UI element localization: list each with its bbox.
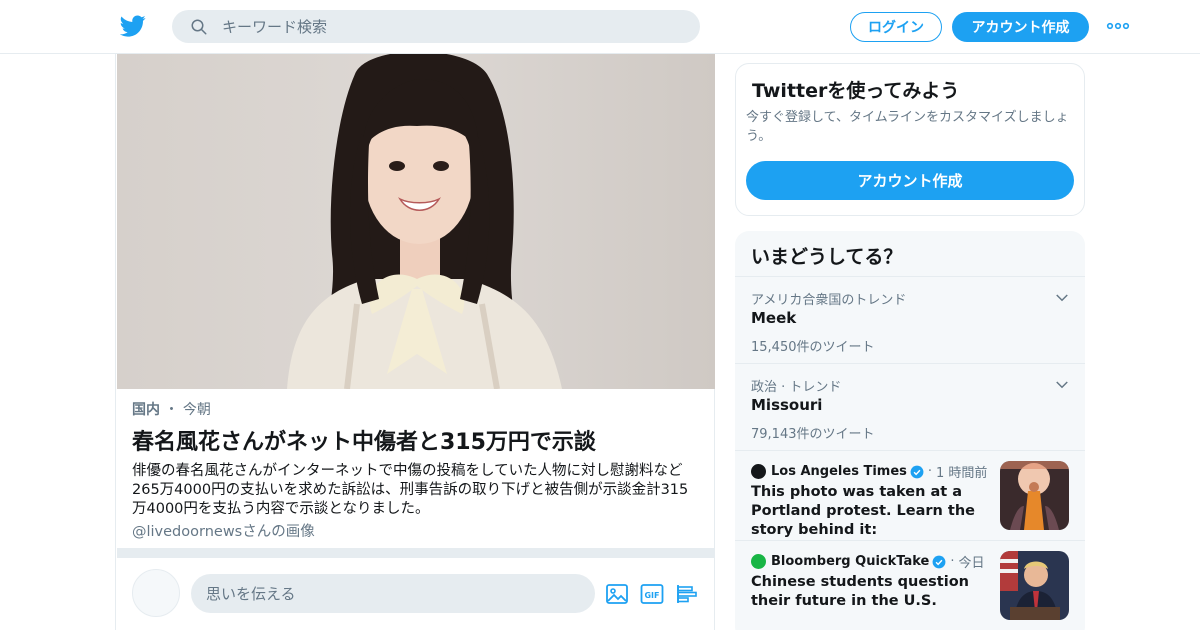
moment-card: 国内 ・ 今朝 春名風花さんがネット中傷者と315万円で示談 俳優の春名風花さん…: [115, 54, 715, 630]
gif-icon[interactable]: GIF: [640, 582, 664, 606]
moment-photo[interactable]: [117, 54, 715, 389]
news-time-dot: ·: [927, 464, 933, 479]
la-times-logo-icon: [751, 464, 766, 479]
portrait-image: [117, 54, 715, 389]
news-thumbnail[interactable]: [1000, 551, 1069, 620]
divider: [117, 548, 715, 558]
avatar: [132, 569, 180, 617]
news-item[interactable]: Bloomberg QuickTake · 今日 Chinese student…: [735, 540, 1085, 630]
speaker-photo: [1000, 551, 1069, 620]
trend-count: 79,143件のツイート: [751, 427, 875, 442]
image-credit[interactable]: @livedoornewsさんの画像: [132, 520, 315, 541]
moment-category[interactable]: 国内: [132, 402, 160, 418]
trend-item[interactable]: 政治 · トレンド Missouri 79,143件のツイート: [735, 363, 1085, 450]
image-icon[interactable]: [605, 582, 629, 606]
login-button[interactable]: ログイン: [850, 12, 942, 42]
trend-count: 15,450件のツイート: [751, 340, 875, 355]
chevron-down-icon[interactable]: [1053, 289, 1071, 307]
twitter-bird-icon[interactable]: [120, 13, 146, 39]
trends-card: いまどうしてる？ アメリカ合衆国のトレンド Meek 15,450件のツイート …: [735, 231, 1085, 630]
news-source: Los Angeles Times · 1 時間前: [751, 462, 987, 481]
moment-headline[interactable]: 春名風花さんがネット中傷者と315万円で示談: [132, 424, 702, 456]
news-source-name[interactable]: Bloomberg QuickTake: [771, 554, 929, 569]
trends-title: いまどうしてる？: [751, 246, 903, 268]
signup-card-button[interactable]: アカウント作成: [746, 161, 1074, 200]
news-source: Bloomberg QuickTake · 今日: [751, 552, 985, 571]
verified-badge-icon: [910, 465, 924, 478]
trend-name[interactable]: Meek: [751, 309, 796, 327]
verified-badge-icon: [932, 555, 946, 568]
moment-description: 俳優の春名風花さんがインターネットで中傷の投稿をしていた人物に対し慰謝料など26…: [132, 463, 689, 517]
signup-card-title: Twitterを使ってみよう: [752, 80, 960, 102]
news-source-name[interactable]: Los Angeles Times: [771, 464, 907, 479]
svg-text:GIF: GIF: [644, 591, 659, 600]
search-input[interactable]: [222, 10, 682, 43]
news-thumbnail[interactable]: [1000, 461, 1069, 530]
signup-card-text: 今すぐ登録して、タイムラインをカスタマイズしましょう。: [746, 110, 1069, 144]
chevron-down-icon[interactable]: [1053, 376, 1071, 394]
signup-button[interactable]: アカウント作成: [952, 12, 1089, 42]
top-header: ログイン アカウント作成: [0, 0, 1200, 54]
search-icon: [191, 19, 207, 35]
compose-input[interactable]: [191, 574, 595, 613]
protest-photo: [1000, 461, 1069, 530]
news-text[interactable]: This photo was taken at a Portland prote…: [751, 483, 991, 540]
news-item[interactable]: Los Angeles Times · 1 時間前 This photo was…: [735, 450, 1085, 540]
news-time-dot: ·: [950, 554, 955, 569]
search-bar[interactable]: [172, 10, 700, 43]
news-time: 1 時間前: [936, 466, 988, 481]
trend-name[interactable]: Missouri: [751, 396, 822, 414]
trend-context: 政治 · トレンド: [751, 380, 842, 395]
signup-card: Twitterを使ってみよう 今すぐ登録して、タイムラインをカスタマイズしましょ…: [735, 63, 1085, 216]
quicktake-logo-icon: [751, 554, 766, 569]
meta-separator: ・: [164, 402, 179, 418]
moment-meta: 国内 ・ 今朝: [132, 399, 211, 419]
more-dots-icon[interactable]: [1106, 18, 1130, 34]
moment-time: 今朝: [182, 402, 211, 418]
poll-icon[interactable]: [675, 582, 699, 606]
trend-item[interactable]: アメリカ合衆国のトレンド Meek 15,450件のツイート: [735, 276, 1085, 363]
news-time: 今日: [958, 556, 985, 571]
news-text[interactable]: Chinese students question their future i…: [751, 573, 991, 611]
trend-context: アメリカ合衆国のトレンド: [751, 293, 907, 308]
